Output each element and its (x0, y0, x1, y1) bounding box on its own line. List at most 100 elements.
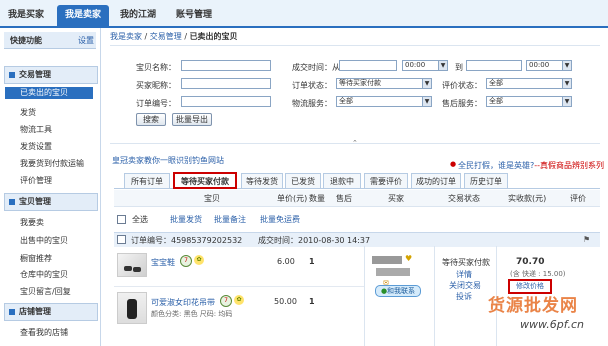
sidebar-item-sell[interactable]: 我要卖 (20, 217, 44, 228)
order-no-prefix: 订单编号： (131, 236, 171, 245)
close-trade-link[interactable]: 关闭交易 (449, 280, 481, 291)
buyer-id-blurred (376, 268, 410, 276)
collapse-icon[interactable]: ⌃ (352, 139, 358, 147)
tab-waiting-payment[interactable]: 等待买家付款 (173, 172, 237, 189)
consumer-protection-icon: 7 (220, 295, 232, 307)
breadcrumb-current: 已卖出的宝贝 (189, 32, 238, 41)
flag-icon[interactable]: ⚑ (583, 235, 590, 244)
sidebar-item-reviews[interactable]: 评价管理 (20, 175, 52, 186)
item-price: 50.00 (274, 297, 297, 306)
tab-my-jianghu[interactable]: 我的江湖 (112, 5, 164, 26)
promo-right-a: 全民打假，谁是英雄? (458, 161, 535, 170)
item-name-input[interactable] (181, 60, 271, 71)
tab-buyer[interactable]: 我是买家 (0, 5, 52, 26)
col-qty: 数量 (309, 194, 325, 203)
search-button[interactable]: 搜索 (136, 113, 166, 126)
watermark-url: www.6pf.cn (520, 318, 584, 331)
export-button[interactable]: 批量导出 (172, 113, 212, 126)
item-link[interactable]: 宝宝鞋 (151, 257, 175, 268)
tab-seller[interactable]: 我是卖家 (57, 5, 109, 26)
promo-phishing-link[interactable]: 皇冠卖家教你一眼识别钓鱼网站 (112, 155, 224, 166)
start-time-select[interactable]: 00:00 ▼ (402, 60, 448, 71)
chevron-down-icon: ▼ (562, 79, 571, 88)
buyer-nick-label: 买家昵称： (136, 81, 176, 90)
section-store-management[interactable]: 店铺管理 (4, 303, 98, 321)
start-date-input[interactable] (339, 60, 397, 71)
complaint-link[interactable]: 投诉 (456, 291, 472, 302)
tab-shipped[interactable]: 已发货 (285, 173, 321, 188)
promo-right-b: --真假商品辨别系列 (534, 161, 605, 170)
sidebar-item-warehouse[interactable]: 仓库中的宝贝 (20, 269, 68, 280)
item-link[interactable]: 可爱淑女印花吊带 (151, 297, 215, 308)
section-item-management[interactable]: 宝贝管理 (4, 193, 98, 211)
sidebar-item-messages[interactable]: 宝贝留言/回复 (20, 286, 71, 297)
bulk-free-ship-link[interactable]: 批量免运费 (260, 214, 300, 225)
order-status-select[interactable]: 等待买家付款 ▼ (336, 78, 432, 89)
tab-account[interactable]: 账号管理 (168, 5, 220, 26)
select-all-checkbox[interactable] (117, 215, 126, 224)
bulk-note-link[interactable]: 批量备注 (214, 214, 246, 225)
sidebar-item-logistics-tools[interactable]: 物流工具 (20, 124, 52, 135)
chevron-down-icon: ▼ (562, 97, 571, 106)
details-link[interactable]: 详情 (456, 269, 472, 280)
aftersale-select[interactable]: 全部 ▼ (486, 96, 572, 107)
sidebar-item-view-store[interactable]: 查看我的店铺 (20, 327, 68, 338)
item-thumbnail[interactable] (117, 292, 147, 324)
tab-waiting-ship[interactable]: 等待发货 (241, 173, 283, 188)
tab-refunding[interactable]: 退款中 (323, 173, 361, 188)
section-bullet-icon (9, 198, 15, 205)
item-qty: 1 (309, 297, 315, 306)
promo-icon: ● (450, 160, 457, 168)
order-no-value: 45985379202532 (171, 236, 243, 245)
total-amount: 70.70 (516, 257, 545, 267)
shoe-shape (124, 266, 132, 271)
review-status-select[interactable]: 全部 ▼ (486, 78, 572, 89)
sidebar-item-showcase[interactable]: 橱窗推荐 (20, 253, 52, 264)
tab-need-review[interactable]: 需要评价 (364, 173, 408, 188)
buyer-nick-input[interactable] (181, 78, 271, 89)
sidebar-item-on-sale[interactable]: 出售中的宝贝 (20, 235, 68, 246)
end-time-select[interactable]: 00:00 ▼ (526, 60, 572, 71)
order-no-input[interactable] (181, 96, 271, 107)
sidebar-item-ship[interactable]: 发货 (20, 107, 36, 118)
sidebar-item-sold-items[interactable]: 已卖出的宝贝 (5, 87, 93, 99)
order-checkbox[interactable] (117, 235, 126, 244)
col-trade-status: 交易状态 (448, 194, 480, 203)
sidebar-item-ship-settings[interactable]: 发货设置 (20, 141, 52, 152)
review-status-label: 评价状态： (442, 81, 482, 90)
order-time-prefix: 成交时间： (258, 236, 298, 245)
shoe-shape (133, 267, 141, 272)
contact-me-button[interactable]: ●和我联系 (375, 285, 421, 297)
col-price: 单价(元) (277, 194, 308, 203)
top-navigation: 我是买家 我是卖家 我的江湖 账号管理 (0, 0, 608, 28)
tab-history[interactable]: 历史订单 (464, 173, 508, 188)
order-status-value: 等待买家付款 (339, 79, 381, 87)
item-name-label: 宝贝名称： (136, 63, 176, 72)
breadcrumb-separator: / (181, 32, 190, 41)
end-date-input[interactable] (466, 60, 522, 71)
quick-functions-title: 快捷功能 (10, 36, 42, 45)
breadcrumb-trade[interactable]: 交易管理 (150, 32, 182, 41)
bulk-ship-link[interactable]: 批量发货 (170, 214, 202, 225)
section-title: 宝贝管理 (19, 197, 51, 206)
settings-link[interactable]: 设置 (78, 35, 94, 46)
aftersale-value: 全部 (489, 97, 503, 105)
sidebar-item-cod-transport[interactable]: 我要货到付款运输 (20, 158, 84, 169)
promo-fake-goods[interactable]: 全民打假，谁是英雄?--真假商品辨别系列 (458, 160, 604, 171)
item-qty: 1 (309, 257, 315, 266)
tab-all-orders[interactable]: 所有订单 (124, 173, 170, 188)
section-trade-management[interactable]: 交易管理 (4, 66, 98, 84)
column-divider (434, 246, 435, 346)
col-review: 评价 (570, 194, 586, 203)
chevron-down-icon: ▼ (422, 97, 431, 106)
logistics-select[interactable]: 全部 ▼ (336, 96, 432, 107)
tab-success[interactable]: 成功的订单 (411, 173, 461, 188)
item-thumbnail[interactable] (117, 253, 147, 277)
chevron-down-icon: ▼ (438, 61, 447, 70)
order-status-label: 订单状态： (292, 81, 332, 90)
breadcrumb-seller[interactable]: 我是卖家 (110, 32, 142, 41)
to-label: 到 (455, 63, 463, 72)
aftersale-label: 售后服务： (442, 99, 482, 108)
col-item: 宝贝 (204, 194, 220, 203)
col-buyer: 买家 (388, 194, 404, 203)
